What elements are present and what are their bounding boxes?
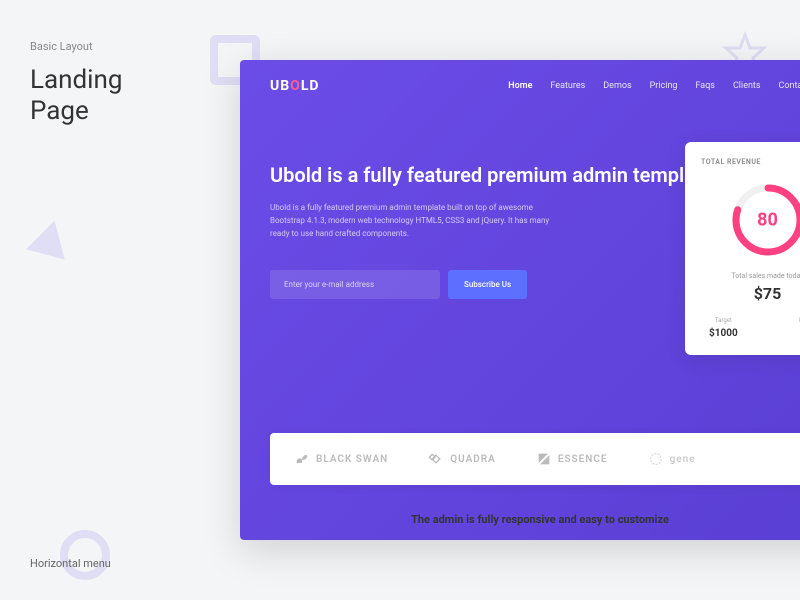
clients-strip: BLACK SWAN QUADRA ESSENCE gene [270,433,800,485]
hero: Ubold is a fully featured premium admin … [240,112,800,299]
client-quadra: QUADRA [428,451,496,467]
page-title: Landing Page [30,65,122,127]
subscribe-button[interactable]: Subscribe Us [448,270,527,299]
swan-icon [294,451,310,467]
revenue-ring: 80 [728,180,800,260]
client-blackswan: BLACK SWAN [294,451,388,467]
hero-sub: Ubold is a fully featured premium admin … [270,202,550,240]
essence-icon [536,451,552,467]
quadra-icon [428,451,444,467]
nav-clients[interactable]: Clients [733,81,761,91]
tagline: The admin is fully responsive and easy t… [240,513,800,526]
email-input[interactable] [270,270,440,299]
gene-icon [648,451,664,467]
nav-pricing[interactable]: Pricing [650,81,678,91]
nav-features[interactable]: Features [550,81,585,91]
decor-triangle [26,215,74,259]
target-col: Target $1000 [709,317,738,339]
left-meta: Basic Layout Landing Page [30,40,122,127]
revenue-title: TOTAL REVENUE [701,158,800,166]
client-gene: gene [648,451,696,467]
preview-frame: UBOLD Home Features Demos Pricing Faqs C… [240,60,800,540]
nav-home[interactable]: Home [508,81,532,91]
revenue-row: Target $1000 Last week $523 [701,317,800,339]
nav-demos[interactable]: Demos [603,81,631,91]
decor-circle [60,530,110,580]
sales-value: $75 [701,284,800,303]
top-nav: UBOLD Home Features Demos Pricing Faqs C… [240,60,800,112]
layout-note: Horizontal menu [30,557,111,570]
sales-label: Total sales made today [701,272,800,280]
revenue-card: TOTAL REVENUE 80 Total sales made today … [685,142,800,355]
nav-faqs[interactable]: Faqs [695,81,714,91]
nav-contact[interactable]: Contact [779,81,800,91]
logo[interactable]: UBOLD [270,78,320,94]
revenue-ring-value: 80 [757,210,778,231]
client-essence: ESSENCE [536,451,608,467]
nav-menu: Home Features Demos Pricing Faqs Clients… [508,81,800,91]
breadcrumb: Basic Layout [30,40,122,53]
